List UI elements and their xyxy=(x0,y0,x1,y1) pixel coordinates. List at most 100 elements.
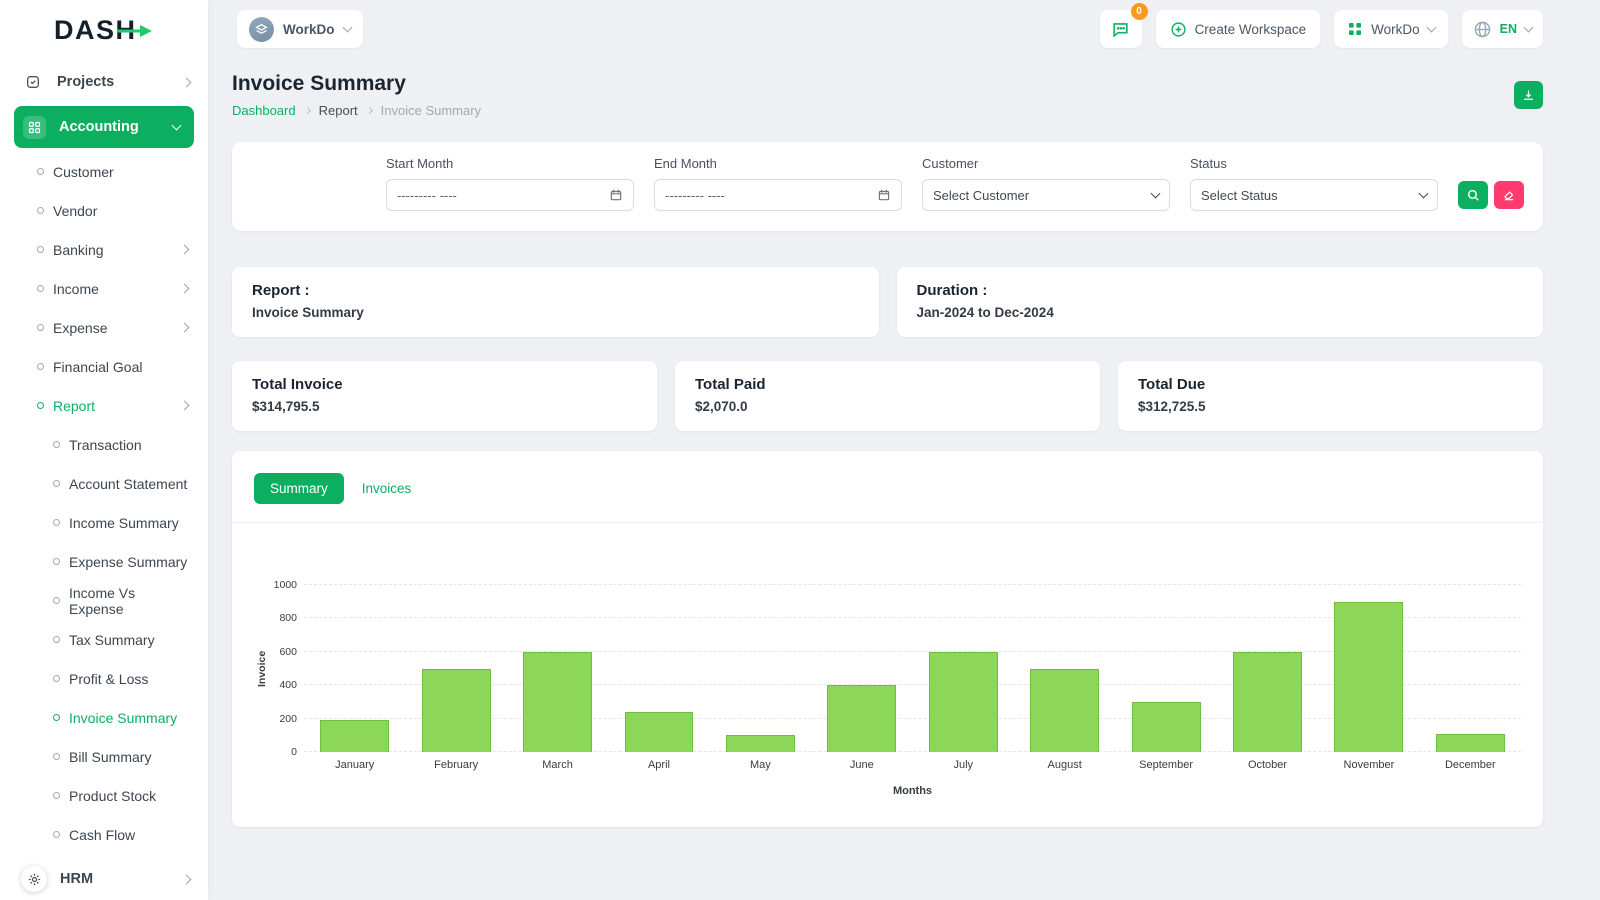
breadcrumb-report[interactable]: Report xyxy=(319,103,358,118)
sidebar-item-bill-summary[interactable]: Bill Summary xyxy=(0,737,208,776)
sidebar-item-label: Banking xyxy=(53,241,104,258)
sidebar-item-account-statement[interactable]: Account Statement xyxy=(0,464,208,503)
sidebar-item-vendor[interactable]: Vendor xyxy=(0,191,208,230)
sidebar-item-tax-summary[interactable]: Tax Summary xyxy=(0,620,208,659)
sidebar-item-product-stock[interactable]: Product Stock xyxy=(0,776,208,815)
bar-july[interactable] xyxy=(928,651,998,752)
sidebar-item-label: Product Stock xyxy=(69,787,157,804)
sidebar-item-income-vs-expense[interactable]: Income Vs Expense xyxy=(0,581,208,620)
language-selector[interactable]: EN xyxy=(1461,10,1543,48)
workspace-switcher[interactable]: WorkDo xyxy=(237,10,363,48)
customer-group: Customer Select Customer xyxy=(922,156,1170,211)
bars xyxy=(304,585,1521,752)
sidebar-item-expense[interactable]: Expense xyxy=(0,308,208,347)
report-card: Report : Invoice Summary xyxy=(232,267,879,337)
bullet-icon xyxy=(53,597,60,604)
sidebar-item-label: Cash Flow xyxy=(69,826,136,843)
y-tick-label: 400 xyxy=(279,679,297,692)
report-duration-row: Report : Invoice Summary Duration : Jan-… xyxy=(232,267,1543,337)
workdo-apps-label: WorkDo xyxy=(1371,21,1420,37)
bullet-icon xyxy=(37,402,44,409)
total-due-value: $312,725.5 xyxy=(1138,399,1206,414)
bar-october[interactable] xyxy=(1233,651,1302,752)
download-icon xyxy=(1524,90,1533,100)
sidebar-item-invoice-summary[interactable]: Invoice Summary xyxy=(0,698,208,737)
bar-march[interactable] xyxy=(523,651,593,752)
bar-september[interactable] xyxy=(1131,701,1201,752)
sidebar-item-report[interactable]: Report xyxy=(0,386,208,425)
apply-filter-button[interactable] xyxy=(1458,181,1488,209)
chevron-right-icon xyxy=(181,77,192,87)
tab-invoices[interactable]: Invoices xyxy=(360,473,414,504)
download-button[interactable] xyxy=(1514,81,1543,109)
chevron-down-icon xyxy=(1426,22,1437,33)
eraser-icon xyxy=(1504,191,1514,201)
breadcrumb-dashboard[interactable]: Dashboard xyxy=(232,103,296,118)
bar-january[interactable] xyxy=(320,720,390,752)
bullet-icon xyxy=(37,324,44,331)
y-tick-label: 200 xyxy=(279,712,297,725)
sidebar-item-customer[interactable]: Customer xyxy=(0,152,208,191)
customer-select[interactable]: Select Customer xyxy=(922,179,1170,211)
sidebar-menu: Projects Accounting Customer Vendor Banking I… xyxy=(0,60,208,900)
customer-select-value: Select Customer xyxy=(933,187,1030,203)
status-group: Status Select Status xyxy=(1190,156,1438,211)
bar-slot xyxy=(1115,585,1216,752)
sidebar-item-income-summary[interactable]: Income Summary xyxy=(0,503,208,542)
y-tick-label: 600 xyxy=(279,645,297,658)
bullet-icon xyxy=(53,519,60,526)
bar-slot xyxy=(507,585,608,752)
sidebar-item-banking[interactable]: Banking xyxy=(0,230,208,269)
workspace-avatar xyxy=(249,16,274,42)
sidebar-item-expense-summary[interactable]: Expense Summary xyxy=(0,542,208,581)
x-axis-title: Months xyxy=(892,785,933,797)
bar-april[interactable] xyxy=(624,711,694,752)
chevron-down-icon xyxy=(1150,188,1161,199)
chevron-down-icon xyxy=(1418,188,1429,199)
bar-december[interactable] xyxy=(1435,733,1505,752)
bar-november[interactable] xyxy=(1334,601,1404,752)
y-tick-label: 800 xyxy=(279,612,297,625)
sidebar-item-cash-flow[interactable]: Cash Flow xyxy=(0,815,208,854)
bar-may[interactable] xyxy=(725,735,795,752)
bullet-icon xyxy=(53,831,60,838)
workspace-name: WorkDo xyxy=(283,21,335,37)
chat-icon xyxy=(1113,22,1128,37)
sidebar-item-income[interactable]: Income xyxy=(0,269,208,308)
calendar-icon xyxy=(878,189,890,201)
end-month-input[interactable]: --------- ---- xyxy=(654,179,902,211)
sidebar-item-projects[interactable]: Projects xyxy=(0,60,208,104)
bullet-icon xyxy=(37,285,44,292)
messages-button[interactable]: 0 xyxy=(1099,3,1148,48)
workdo-apps-button[interactable]: WorkDo xyxy=(1334,10,1448,48)
tab-summary[interactable]: Summary xyxy=(254,473,344,504)
bar-june[interactable] xyxy=(827,685,897,752)
sidebar-item-label: Projects xyxy=(57,74,115,90)
bar-august[interactable] xyxy=(1030,668,1100,752)
start-month-placeholder: --------- ---- xyxy=(397,187,457,203)
chart-tabs: Summary Invoices xyxy=(232,451,1543,523)
totals-row: Total Invoice $314,795.5 Total Paid $2,0… xyxy=(232,361,1543,431)
sidebar-item-label: Financial Goal xyxy=(53,358,143,375)
sidebar-item-accounting[interactable]: Accounting xyxy=(14,106,194,148)
status-select[interactable]: Select Status xyxy=(1190,179,1438,211)
bar-slot xyxy=(811,585,912,752)
sidebar-item-hrm[interactable]: HRM xyxy=(0,854,208,900)
chevron-right-icon xyxy=(179,322,190,333)
sidebar-item-transaction[interactable]: Transaction xyxy=(0,425,208,464)
x-tick-label: July xyxy=(953,759,974,771)
create-workspace-button[interactable]: Create Workspace xyxy=(1155,10,1321,48)
x-tick-label: December xyxy=(1444,759,1496,771)
grid-icon xyxy=(1349,23,1362,35)
start-month-input[interactable]: --------- ---- xyxy=(386,179,634,211)
bullet-icon xyxy=(37,207,44,214)
bar-february[interactable] xyxy=(421,668,491,752)
app-logo[interactable]: DASH xyxy=(0,0,208,60)
duration-card-title: Duration : xyxy=(916,282,988,299)
clear-filter-button[interactable] xyxy=(1494,181,1524,209)
sidebar-item-financial-goal[interactable]: Financial Goal xyxy=(0,347,208,386)
sidebar-item-profit-loss[interactable]: Profit & Loss xyxy=(0,659,208,698)
plot-area xyxy=(304,584,1521,752)
breadcrumb-current: Invoice Summary xyxy=(380,103,482,118)
x-tick-label: October xyxy=(1247,759,1288,771)
